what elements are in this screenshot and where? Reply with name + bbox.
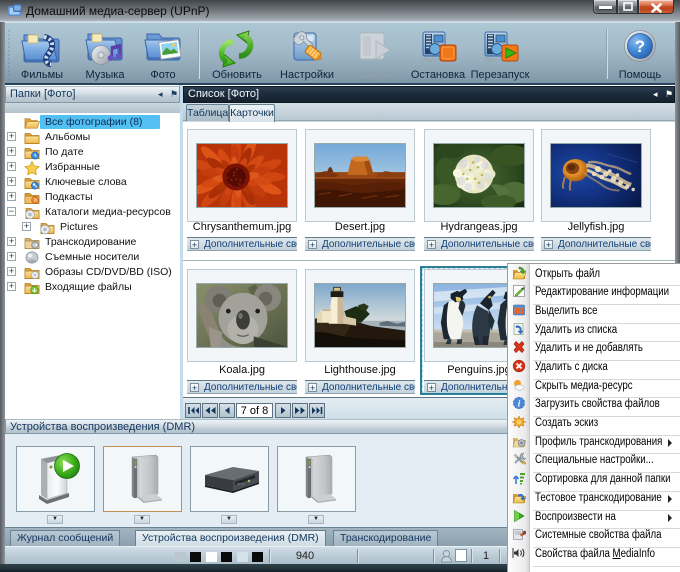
svg-text:?: ? [635, 37, 645, 56]
